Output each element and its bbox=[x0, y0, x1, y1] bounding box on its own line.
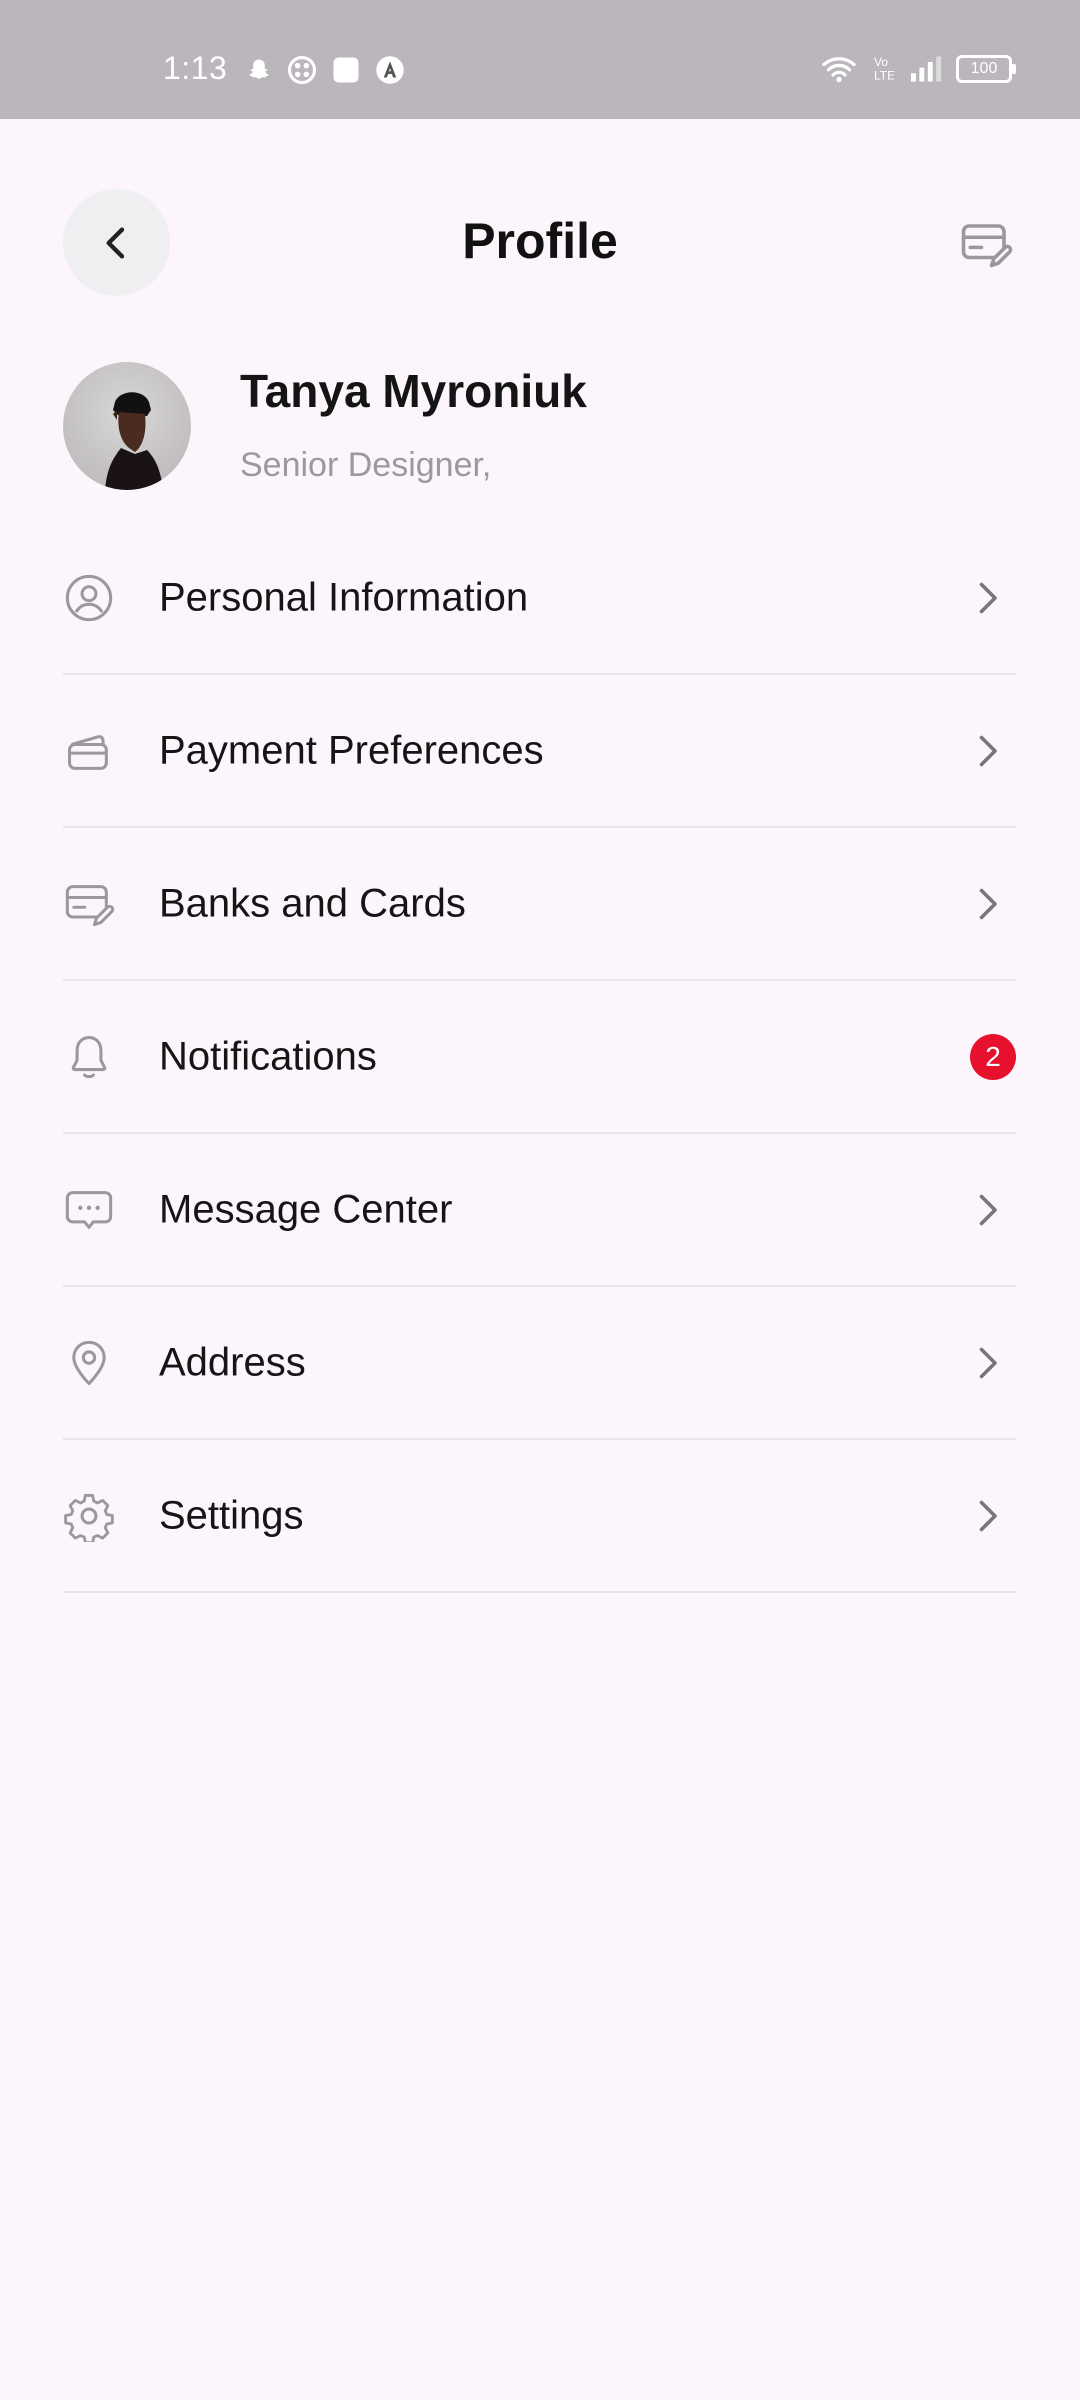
gear-icon bbox=[64, 1493, 114, 1542]
menu-item-address[interactable]: Address bbox=[63, 1287, 1016, 1440]
location-pin-icon bbox=[72, 1340, 106, 1385]
bell-icon bbox=[71, 1035, 107, 1078]
system-icons: Vo LTE 100 bbox=[820, 54, 1016, 84]
menu-item-label: Banks and Cards bbox=[159, 881, 466, 925]
snapchat-icon bbox=[249, 59, 269, 79]
menu-item-label: Personal Information bbox=[159, 575, 529, 619]
wifi-icon bbox=[822, 57, 856, 83]
svg-text:Vo: Vo bbox=[874, 55, 888, 69]
battery-icon: 100 bbox=[956, 55, 1016, 83]
avatar[interactable] bbox=[63, 362, 191, 490]
signal-icon bbox=[911, 56, 942, 82]
chevron-right-icon bbox=[979, 1500, 997, 1531]
menu-item-banks-and-cards[interactable]: Banks and Cards bbox=[63, 828, 1016, 981]
notification-count-badge: 2 bbox=[970, 1033, 1016, 1080]
status-time: 1:13 bbox=[163, 50, 228, 86]
message-icon bbox=[65, 1190, 113, 1229]
menu-item-label: Notifications bbox=[159, 1034, 377, 1078]
battery-level: 100 bbox=[970, 60, 998, 77]
card-edit-icon bbox=[961, 224, 1013, 268]
square-app-icon bbox=[333, 57, 359, 83]
chevron-right-icon bbox=[979, 582, 997, 613]
profile-summary: Tanya Myroniuk Senior Designer, bbox=[0, 360, 1080, 520]
app-icon bbox=[287, 55, 317, 85]
chevron-right-icon bbox=[979, 888, 997, 919]
header: Profile bbox=[0, 119, 1080, 364]
volte-icon: VoLTE bbox=[874, 55, 894, 83]
menu-item-message-center[interactable]: Message Center bbox=[63, 1134, 1016, 1287]
menu-item-personal-information[interactable]: Personal Information bbox=[63, 522, 1016, 675]
menu-item-label: Address bbox=[159, 1340, 306, 1384]
profile-name: Tanya Myroniuk bbox=[240, 365, 587, 417]
menu-item-label: Payment Preferences bbox=[159, 728, 544, 772]
avatar-image bbox=[105, 392, 163, 490]
svg-text:LTE: LTE bbox=[874, 69, 894, 83]
menu-item-label: Message Center bbox=[159, 1187, 453, 1231]
menu-item-settings[interactable]: Settings bbox=[63, 1440, 1016, 1593]
status-bar: 1:13 Vo LTE 100 bbox=[0, 0, 1080, 119]
menu-item-notifications[interactable]: Notifications 2 bbox=[63, 981, 1016, 1134]
profile-role: Senior Designer, bbox=[240, 446, 492, 484]
page-title: Profile bbox=[462, 213, 618, 269]
menu-item-payment-preferences[interactable]: Payment Preferences bbox=[63, 675, 1016, 828]
profile-menu: Personal Information Payment Preferences… bbox=[63, 522, 1016, 1593]
a-app-icon bbox=[376, 56, 404, 84]
chevron-right-icon bbox=[979, 1194, 997, 1225]
menu-item-label: Settings bbox=[159, 1493, 304, 1537]
wallet-icon bbox=[67, 734, 108, 770]
chevron-right-icon bbox=[979, 1347, 997, 1378]
card-edit-icon bbox=[65, 884, 115, 926]
chevron-right-icon bbox=[979, 735, 997, 766]
edit-profile-button[interactable] bbox=[959, 217, 1013, 271]
user-circle-icon bbox=[65, 574, 113, 621]
notification-icons bbox=[245, 55, 405, 85]
